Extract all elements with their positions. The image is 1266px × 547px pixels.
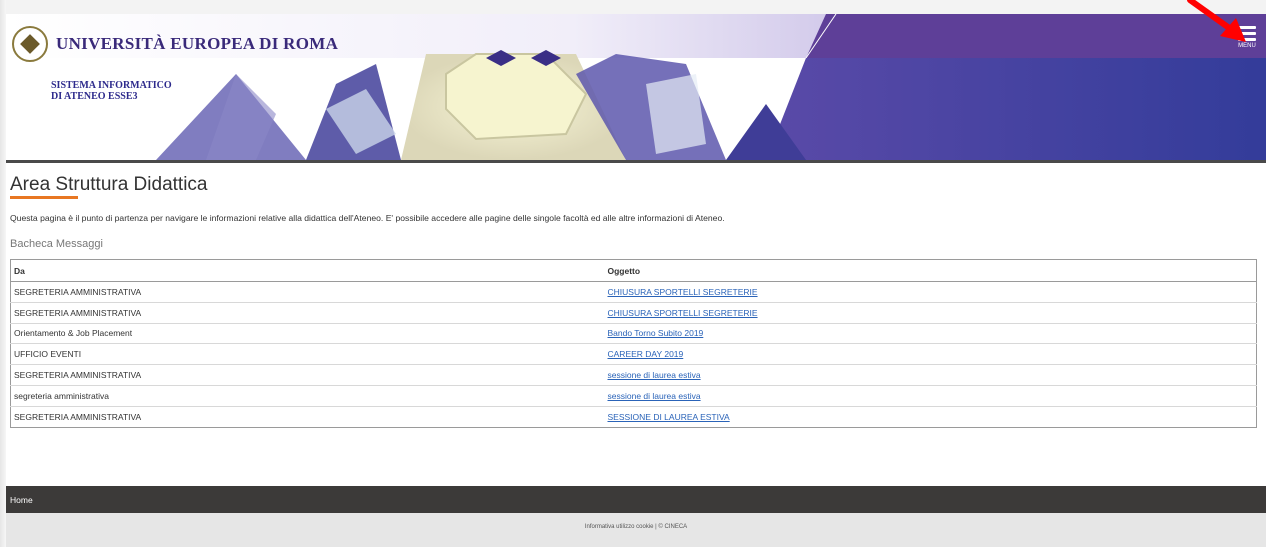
university-name: UNIVERSITÀ EUROPEA DI ROMA: [56, 34, 339, 53]
message-subject-link[interactable]: CHIUSURA SPORTELLI SEGRETERIE: [608, 287, 758, 297]
cookie-policy-link[interactable]: Informativa utilizzo cookie | © CINECA: [585, 524, 687, 530]
message-sender: segreteria amministrativa: [10, 385, 605, 407]
page-frame: UNIVERSITÀ EUROPEA DI ROMA SISTEMA INFOR…: [6, 14, 1266, 547]
message-subject-link[interactable]: CAREER DAY 2019: [608, 349, 684, 359]
page-title: Area Struttura Didattica: [10, 174, 208, 195]
message-sender: SEGRETERIA AMMINISTRATIVA: [14, 411, 142, 422]
browser-top-strip: [0, 0, 1266, 14]
message-subject-link[interactable]: SESSIONE DI LAUREA ESTIVA: [608, 412, 730, 422]
message-subject-link[interactable]: CHIUSURA SPORTELLI SEGRETERIE: [608, 308, 758, 318]
table-row: SEGRETERIA AMMINISTRATIVA CHIUSURA SPORT…: [10, 302, 1257, 324]
table-row: segreteria amministrativa sessione di la…: [10, 385, 1257, 407]
message-board-title: Bacheca Messaggi: [10, 238, 103, 250]
university-logo[interactable]: UNIVERSITÀ EUROPEA DI ROMA: [12, 24, 338, 64]
site-header: UNIVERSITÀ EUROPEA DI ROMA SISTEMA INFOR…: [6, 14, 1266, 160]
table-row: UFFICIO EVENTI CAREER DAY 2019: [10, 343, 1257, 366]
table-row: SEGRETERIA AMMINISTRATIVA sessione di la…: [10, 364, 1257, 386]
message-sender: Orientamento & Job Placement: [10, 323, 605, 345]
home-link[interactable]: Home: [10, 495, 33, 505]
university-seal-icon: [12, 26, 48, 62]
message-sender: UFFICIO EVENTI: [10, 343, 605, 366]
message-subject-link[interactable]: sessione di laurea estiva: [608, 391, 701, 401]
message-subject-link[interactable]: Bando Torno Subito 2019: [608, 328, 704, 338]
table-row: SEGRETERIA AMMINISTRATIVA SESSIONE DI LA…: [11, 406, 1257, 427]
page-intro: Questa pagina è il punto di partenza per…: [10, 213, 725, 223]
column-header-subject: Oggetto: [604, 259, 1257, 282]
footer-legal: Informativa utilizzo cookie | © CINECA: [6, 513, 1266, 547]
table-header-row: Da Oggetto: [10, 259, 1257, 282]
message-sender: SEGRETERIA AMMINISTRATIVA: [10, 302, 605, 324]
header-divider: [6, 160, 1266, 163]
message-subject-link[interactable]: sessione di laurea estiva: [608, 370, 701, 380]
table-row: SEGRETERIA AMMINISTRATIVA CHIUSURA SPORT…: [10, 281, 1257, 303]
footer-navigation: Home: [6, 486, 1266, 513]
system-name: SISTEMA INFORMATICO DI ATENEO ESSE3: [51, 80, 172, 102]
message-sender: SEGRETERIA AMMINISTRATIVA: [10, 364, 605, 386]
message-board-table: Da Oggetto SEGRETERIA AMMINISTRATIVA CHI…: [10, 259, 1257, 428]
title-underline: [10, 196, 78, 199]
table-row: Orientamento & Job Placement Bando Torno…: [10, 323, 1257, 345]
red-annotation-arrow-icon: [1187, 0, 1246, 42]
column-header-from: Da: [10, 259, 605, 282]
message-sender: SEGRETERIA AMMINISTRATIVA: [10, 281, 605, 303]
